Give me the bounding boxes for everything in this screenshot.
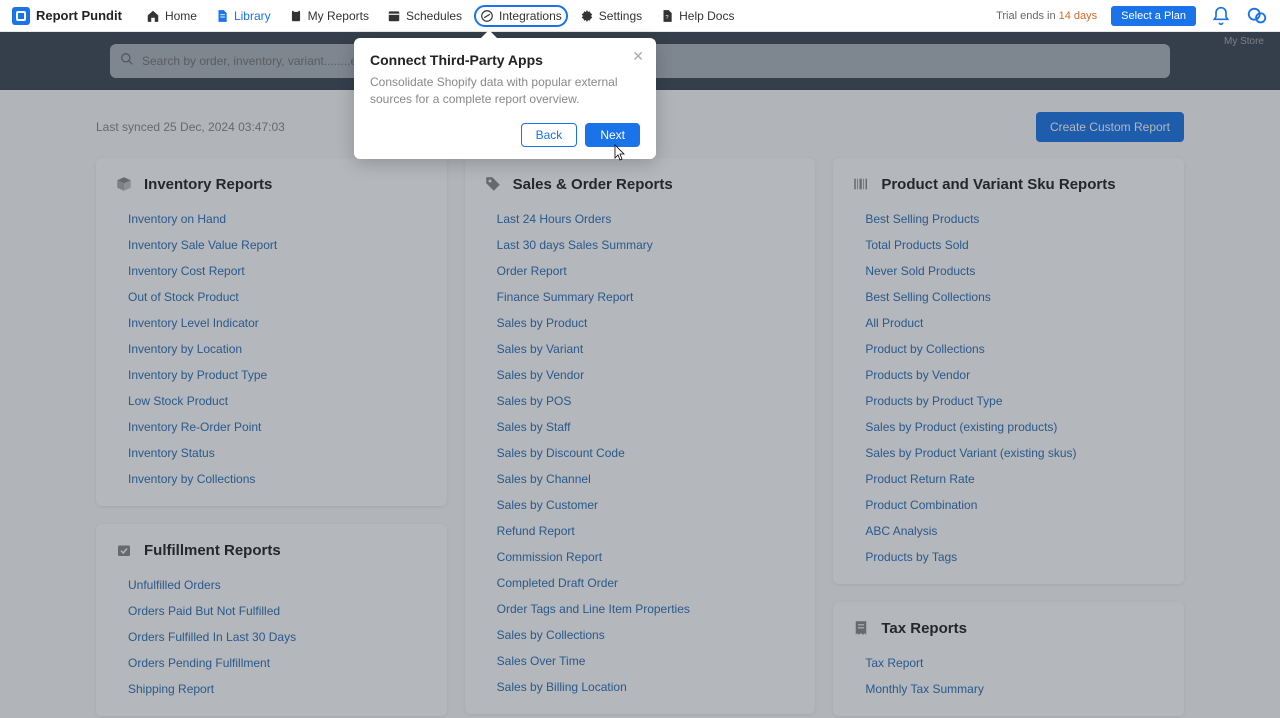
app-brand: Report Pundit bbox=[36, 8, 122, 23]
nav-label: Help Docs bbox=[679, 9, 734, 23]
nav-settings[interactable]: Settings bbox=[580, 9, 642, 23]
calendar-icon bbox=[387, 9, 401, 23]
nav-library[interactable]: Library bbox=[215, 9, 271, 23]
integrations-icon bbox=[480, 9, 494, 23]
chat-icon[interactable] bbox=[1246, 5, 1268, 27]
document-icon bbox=[215, 9, 229, 23]
nav-label: Integrations bbox=[499, 9, 562, 23]
help-doc-icon: ? bbox=[660, 9, 674, 23]
popover-actions: Back Next bbox=[370, 123, 640, 147]
popover-title: Connect Third-Party Apps bbox=[370, 52, 640, 68]
nav-label: Home bbox=[165, 9, 197, 23]
onboarding-popover: ✕ Connect Third-Party Apps Consolidate S… bbox=[354, 38, 656, 159]
popover-body: Consolidate Shopify data with popular ex… bbox=[370, 74, 640, 109]
next-button[interactable]: Next bbox=[585, 123, 640, 147]
trial-text: Trial ends in 14 days bbox=[996, 10, 1097, 22]
topbar: Report Pundit Home Library My Reports Sc… bbox=[0, 0, 1280, 32]
nav-help-docs[interactable]: ? Help Docs bbox=[660, 9, 734, 23]
nav-home[interactable]: Home bbox=[146, 9, 197, 23]
app-logo-icon bbox=[12, 7, 30, 25]
nav-schedules[interactable]: Schedules bbox=[387, 9, 462, 23]
trial-prefix: Trial ends in bbox=[996, 10, 1059, 22]
nav-label: Library bbox=[234, 9, 271, 23]
trial-days: 14 days bbox=[1059, 10, 1098, 22]
close-icon: ✕ bbox=[632, 48, 644, 64]
clipboard-icon bbox=[289, 9, 303, 23]
select-plan-button[interactable]: Select a Plan bbox=[1111, 6, 1196, 26]
home-icon bbox=[146, 9, 160, 23]
nav-label: Schedules bbox=[406, 9, 462, 23]
nav-label: Settings bbox=[599, 9, 642, 23]
notification-bell-icon[interactable] bbox=[1210, 5, 1232, 27]
nav-integrations[interactable]: Integrations bbox=[480, 9, 562, 23]
main-nav: Home Library My Reports Schedules Integr… bbox=[146, 9, 735, 23]
topbar-right: Trial ends in 14 days Select a Plan bbox=[996, 5, 1268, 27]
nav-label: My Reports bbox=[308, 9, 369, 23]
back-button[interactable]: Back bbox=[521, 123, 578, 147]
close-button[interactable]: ✕ bbox=[632, 48, 644, 65]
nav-my-reports[interactable]: My Reports bbox=[289, 9, 369, 23]
gear-icon bbox=[580, 9, 594, 23]
